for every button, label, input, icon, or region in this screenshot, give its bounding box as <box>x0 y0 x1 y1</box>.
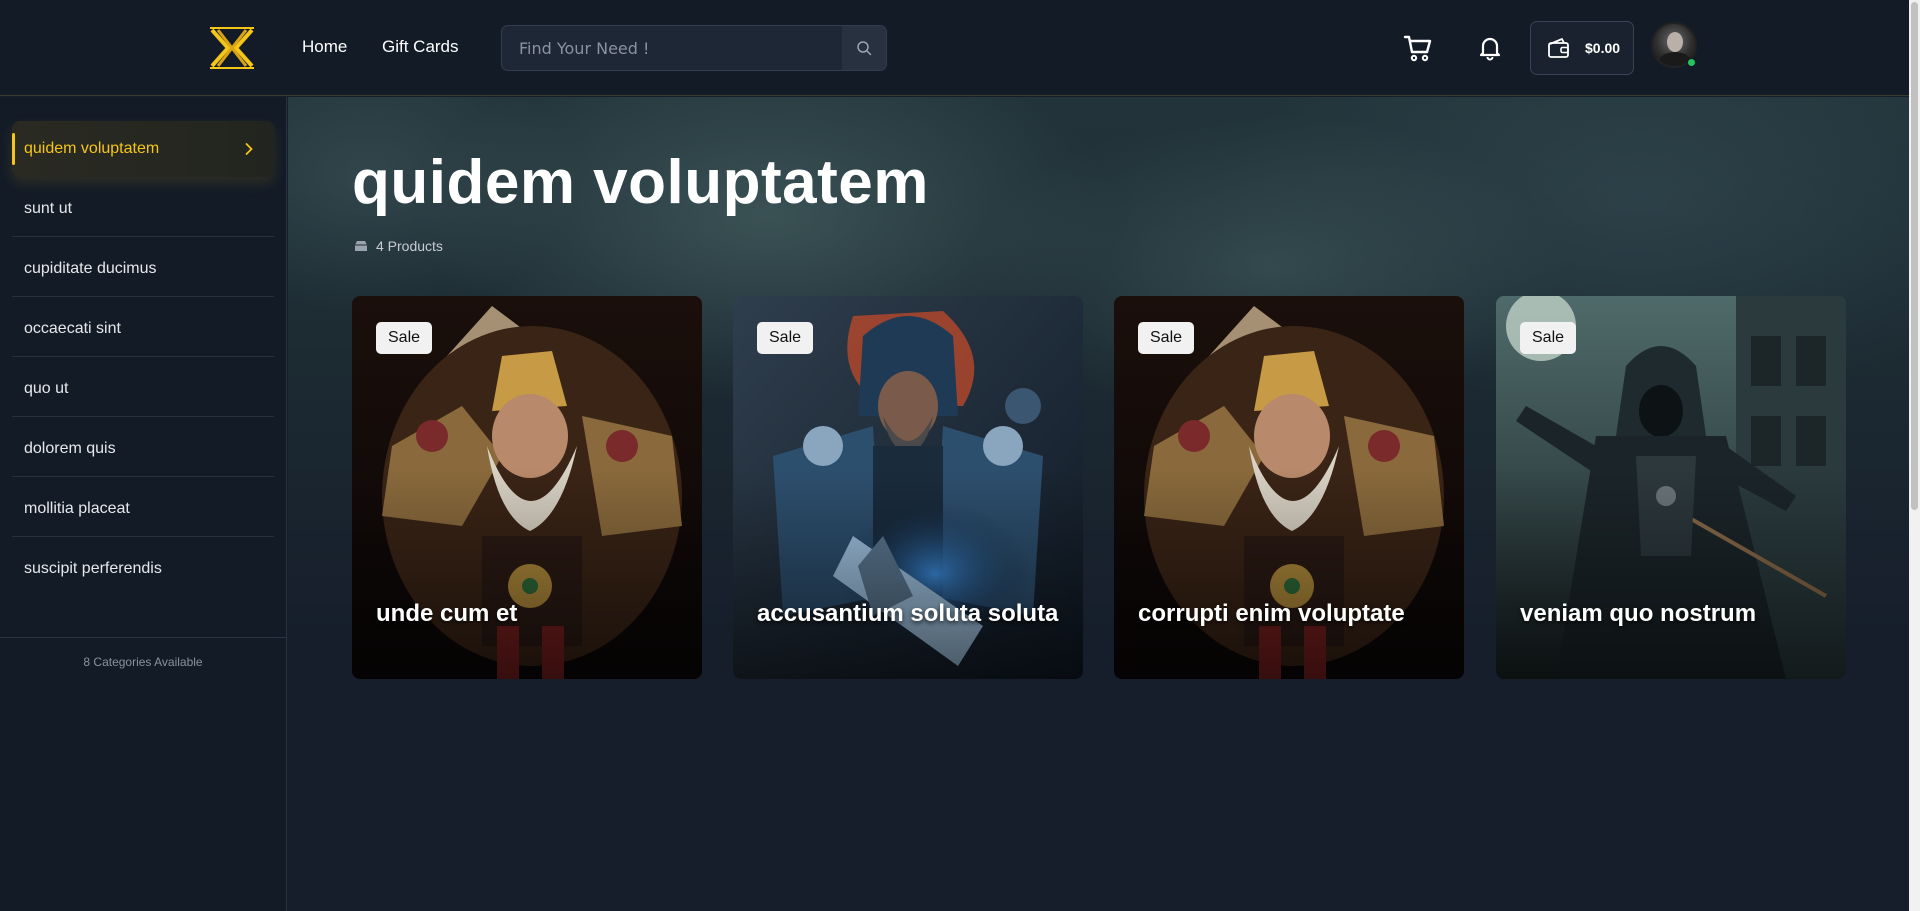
top-header: Home Gift Cards $0.00 <box>0 0 1909 96</box>
sidebar-item-mollitia-placeat[interactable]: mollitia placeat <box>12 481 274 537</box>
product-card[interactable]: Sale unde cum et <box>352 296 702 679</box>
sale-badge: Sale <box>376 322 433 354</box>
product-title: unde cum et <box>376 600 518 627</box>
product-count: 4 Products <box>354 238 443 254</box>
search-icon <box>857 41 872 56</box>
nav-home-link[interactable]: Home <box>302 37 347 57</box>
sale-badge: Sale <box>1520 322 1577 354</box>
logo-icon[interactable] <box>208 26 256 70</box>
cart-button[interactable] <box>1400 30 1436 66</box>
search-input[interactable] <box>502 26 842 70</box>
search-bar <box>501 25 887 71</box>
wallet-icon <box>1548 38 1569 58</box>
bell-icon <box>1479 37 1501 61</box>
online-status-indicator <box>1687 58 1696 67</box>
category-sidebar: quidem voluptatem sunt ut cupiditate duc… <box>0 97 287 911</box>
product-card[interactable]: Sale veniam quo nostrum <box>1496 296 1846 679</box>
sidebar-item-label: quidem voluptatem <box>24 140 160 157</box>
sidebar-item-label: cupiditate ducimus <box>24 260 157 277</box>
main-content: quidem voluptatem 4 Products Sale unde c… <box>288 97 1909 911</box>
product-count-label: 4 Products <box>376 238 443 254</box>
sidebar-item-quo-ut[interactable]: quo ut <box>12 361 274 417</box>
search-button[interactable] <box>842 26 886 70</box>
product-title: corrupti enim voluptate <box>1138 600 1405 627</box>
sidebar-item-dolorem-quis[interactable]: dolorem quis <box>12 421 274 477</box>
divider <box>0 637 286 638</box>
cart-icon <box>1403 35 1432 62</box>
categories-count: 8 Categories Available <box>83 655 203 669</box>
page-title: quidem voluptatem <box>352 148 929 217</box>
wallet-button[interactable]: $0.00 <box>1530 21 1634 75</box>
sidebar-item-label: occaecati sint <box>24 320 121 337</box>
sidebar-item-label: suscipit perferendis <box>24 560 162 577</box>
sidebar-item-label: dolorem quis <box>24 440 116 457</box>
sidebar-item-cupiditate-ducimus[interactable]: cupiditate ducimus <box>12 241 274 297</box>
sidebar-item-quidem-voluptatem[interactable]: quidem voluptatem <box>12 121 274 177</box>
sidebar-item-label: quo ut <box>24 380 69 397</box>
nav-gift-cards-link[interactable]: Gift Cards <box>382 37 459 57</box>
notifications-button[interactable] <box>1472 30 1508 66</box>
sidebar-item-sunt-ut[interactable]: sunt ut <box>12 181 274 237</box>
scrollbar-thumb[interactable] <box>1911 2 1918 510</box>
wallet-balance: $0.00 <box>1585 40 1621 56</box>
product-title: veniam quo nostrum <box>1520 600 1757 627</box>
product-card[interactable]: Sale corrupti enim voluptate <box>1114 296 1464 679</box>
sidebar-item-label: mollitia placeat <box>24 500 130 517</box>
sale-badge: Sale <box>757 322 814 354</box>
chevron-right-icon <box>245 143 253 155</box>
sidebar-item-occaecati-sint[interactable]: occaecati sint <box>12 301 274 357</box>
sidebar-item-label: sunt ut <box>24 200 73 217</box>
product-title: accusantium soluta soluta <box>757 600 1059 627</box>
page-scrollbar[interactable] <box>1909 0 1920 911</box>
sidebar-item-suscipit-perferendis[interactable]: suscipit perferendis <box>12 541 274 597</box>
sale-badge: Sale <box>1138 322 1195 354</box>
box-icon <box>355 241 367 251</box>
product-card[interactable]: Sale accusantium soluta soluta <box>733 296 1083 679</box>
